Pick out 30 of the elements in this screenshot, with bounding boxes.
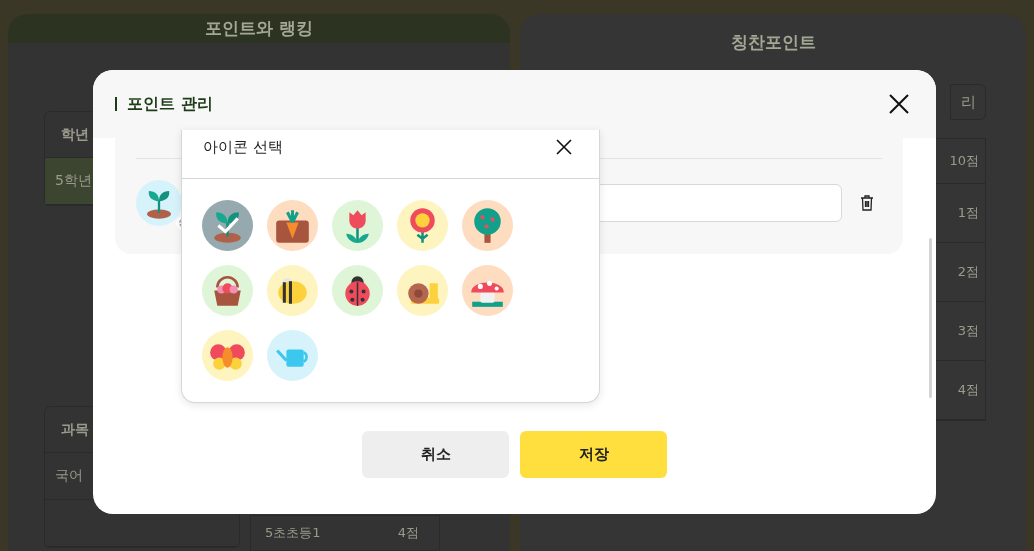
title-accent-bar — [115, 97, 117, 111]
carrot-icon[interactable] — [267, 200, 318, 251]
tab[interactable]: 칭찬포인트 — [520, 14, 1026, 70]
close-icon[interactable] — [888, 93, 910, 115]
basket-icon[interactable] — [202, 265, 253, 316]
cancel-button[interactable]: 취소 — [362, 431, 509, 478]
tree-icon[interactable] — [462, 200, 513, 251]
manage-button[interactable]: 리 — [950, 84, 986, 120]
trash-icon[interactable] — [860, 195, 874, 211]
points-value: 2점 — [957, 263, 979, 281]
close-icon[interactable] — [555, 138, 573, 156]
snail-icon[interactable] — [397, 265, 448, 316]
ladybug-icon[interactable] — [332, 265, 383, 316]
sprout-icon[interactable] — [202, 200, 253, 251]
student-points: 4점 — [397, 524, 419, 542]
grade-label: 5학년 — [55, 172, 92, 190]
points-value: 4점 — [957, 381, 979, 399]
points-value: 10점 — [949, 152, 979, 170]
flower-icon[interactable] — [397, 200, 448, 251]
save-button[interactable]: 저장 — [520, 431, 667, 478]
student-name: 5초초등1 — [265, 524, 321, 542]
modal-title: 포인트 관리 — [127, 93, 214, 115]
bee-icon[interactable] — [267, 265, 318, 316]
tulip-icon[interactable] — [332, 200, 383, 251]
mushroom-icon[interactable] — [462, 265, 513, 316]
points-value: 3점 — [957, 322, 979, 340]
butterfly-icon[interactable] — [202, 330, 253, 381]
tab[interactable]: 포인트와 랭킹 — [8, 14, 510, 43]
points-value: 1점 — [957, 204, 979, 222]
subject-label: 국어 — [55, 467, 83, 485]
